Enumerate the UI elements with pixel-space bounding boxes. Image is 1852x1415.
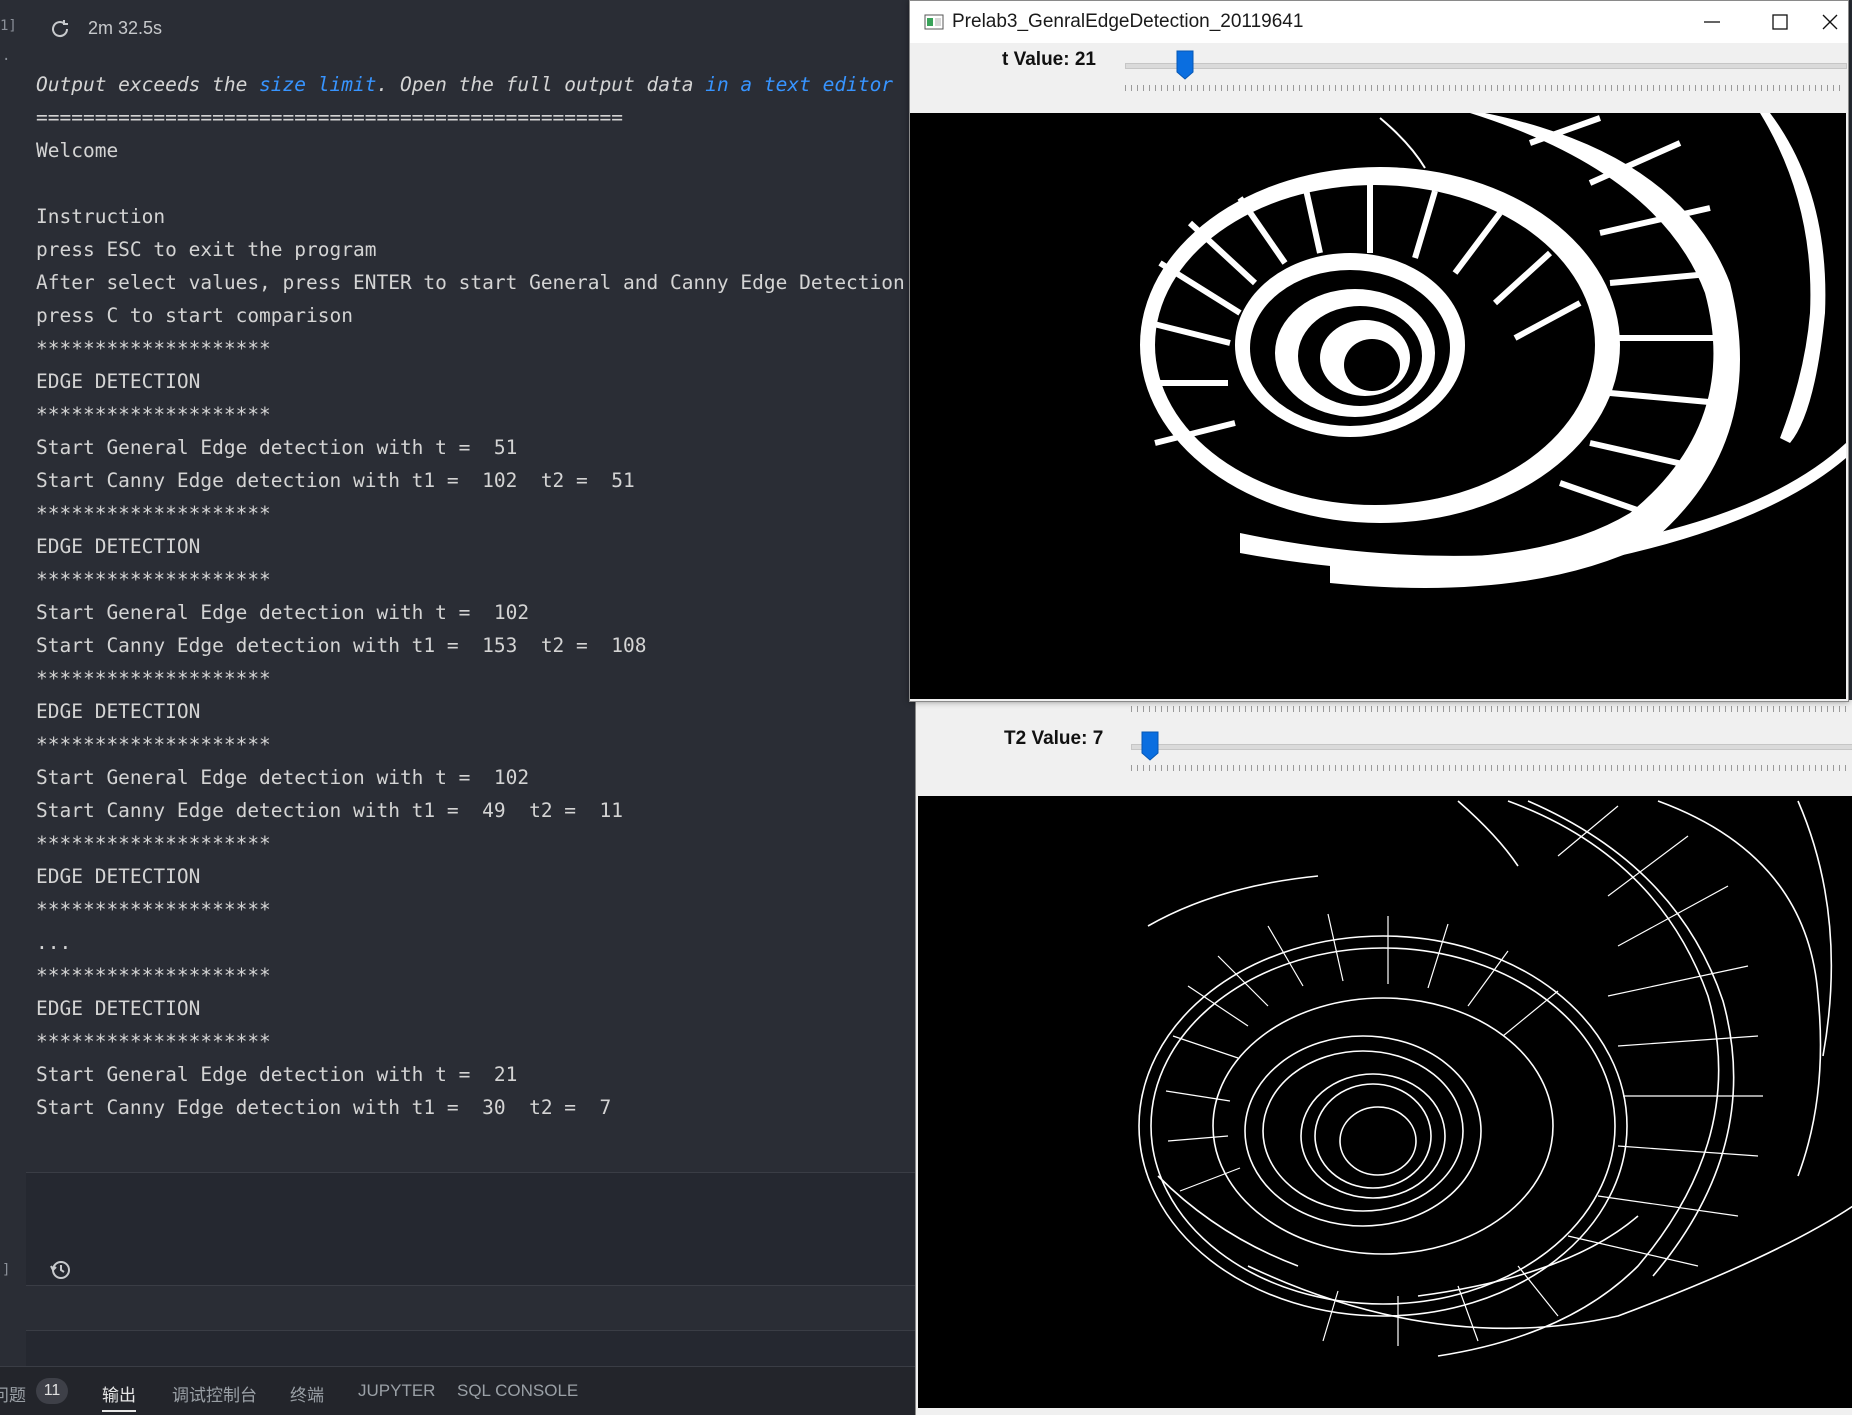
output-line: Start General Edge detection with t = 10…: [36, 766, 530, 789]
output-text: ========================================…: [36, 101, 916, 1124]
trackbar-t2: T2 Value: 7: [916, 700, 1852, 796]
cell-gutter-dot: ·: [2, 52, 11, 68]
output-line: Start General Edge detection with t = 10…: [36, 601, 530, 624]
output-line: ********************: [36, 733, 271, 756]
output-line: Start General Edge detection with t = 21: [36, 1063, 518, 1086]
output-line: ********************: [36, 403, 271, 426]
trackbar-t-label: t Value: 21: [1002, 49, 1096, 70]
trackbar-t-thumb[interactable]: [1176, 50, 1194, 80]
output-line: ********************: [36, 832, 271, 855]
cell-output: Output exceeds the size limit. Open the …: [36, 68, 916, 1124]
output-line: After select values, press ENTER to star…: [36, 271, 905, 294]
tab-output[interactable]: 输出: [102, 1381, 136, 1412]
cell-gutter-label: 1]: [0, 18, 17, 34]
cell2-gutter-label: ]: [2, 1262, 11, 1278]
output-line: Start Canny Edge detection with t1 = 102…: [36, 469, 635, 492]
output-line: Instruction: [36, 205, 166, 228]
warning-text: Output exceeds the: [36, 73, 260, 96]
minimize-icon: [1704, 21, 1720, 23]
output-line: ********************: [36, 1030, 271, 1053]
notebook-editor: 1] · 2m 32.5s Output exceeds the size li…: [0, 0, 916, 1415]
output-line: ********************: [36, 337, 271, 360]
output-line: Start Canny Edge detection with t1 = 49 …: [36, 799, 623, 822]
cell-header: 1] · 2m 32.5s: [0, 0, 916, 68]
general-edge-image: [910, 113, 1846, 699]
window-title: Prelab3_GenralEdgeDetection_20119641: [952, 11, 1304, 32]
tab-problems[interactable]: 问题: [0, 1381, 26, 1406]
canny-edge-image: [918, 796, 1852, 1408]
open-in-text-editor-link[interactable]: in a text editor: [705, 73, 893, 96]
output-line: ********************: [36, 898, 271, 921]
trackbar-t2-ticks: [1131, 765, 1851, 771]
empty-code-cell[interactable]: [26, 1172, 916, 1286]
trackbar-t2-rail[interactable]: [1131, 744, 1852, 750]
bottom-panel-tabs: 问题 11 输出 调试控制台 终端 JUPYTER SQL CONSOLE: [0, 1366, 916, 1415]
trackbar-t2-thumb[interactable]: [1141, 731, 1159, 761]
output-line: EDGE DETECTION: [36, 865, 201, 888]
minimize-button[interactable]: [1678, 1, 1746, 43]
execution-time: 2m 32.5s: [88, 18, 163, 38]
close-icon: [1822, 14, 1838, 30]
output-line: Start Canny Edge detection with t1 = 30 …: [36, 1096, 612, 1119]
history-icon[interactable]: [48, 1258, 72, 1282]
trackbar-t: t Value: 21: [910, 43, 1848, 113]
size-limit-link[interactable]: size limit: [259, 73, 376, 96]
trackbar-t2-label: T2 Value: 7: [1004, 728, 1104, 749]
output-truncation-warning: Output exceeds the size limit. Open the …: [36, 68, 916, 101]
warning-text-2: . Open the full output data: [376, 73, 706, 96]
output-line: EDGE DETECTION: [36, 535, 201, 558]
tab-jupyter[interactable]: JUPYTER: [358, 1381, 435, 1401]
app-window-icon: [924, 14, 944, 30]
problems-count-badge: 11: [36, 1378, 68, 1404]
trackbar-ticks-upper: [1131, 706, 1851, 712]
output-line: EDGE DETECTION: [36, 997, 201, 1020]
output-line: press ESC to exit the program: [36, 238, 377, 261]
window-titlebar[interactable]: Prelab3_GenralEdgeDetection_20119641: [910, 1, 1848, 44]
output-line: Start Canny Edge detection with t1 = 153…: [36, 634, 647, 657]
output-line: ...: [36, 931, 72, 954]
output-line: ********************: [36, 964, 271, 987]
tab-terminal[interactable]: 终端: [290, 1381, 324, 1406]
output-line: EDGE DETECTION: [36, 700, 201, 723]
trackbar-t-rail[interactable]: [1125, 63, 1847, 69]
output-line: ********************: [36, 502, 271, 525]
executed-icon: [48, 17, 72, 41]
output-line: Start General Edge detection with t = 51: [36, 436, 518, 459]
output-line: ********************: [36, 667, 271, 690]
output-line: ========================================…: [36, 106, 623, 129]
output-line: ********************: [36, 568, 271, 591]
output-line: Welcome: [36, 139, 119, 162]
tab-sql-console[interactable]: SQL CONSOLE: [457, 1381, 578, 1401]
output-line: press C to start comparison: [36, 304, 353, 327]
trackbar-t-ticks: [1125, 85, 1845, 91]
general-edge-window: Prelab3_GenralEdgeDetection_20119641 t V…: [909, 0, 1849, 702]
close-button[interactable]: [1780, 1, 1848, 43]
next-cell[interactable]: [26, 1330, 916, 1367]
canny-edge-window: T2 Value: 7: [915, 700, 1852, 1415]
tab-debug-console[interactable]: 调试控制台: [172, 1381, 257, 1406]
output-line: EDGE DETECTION: [36, 370, 201, 393]
